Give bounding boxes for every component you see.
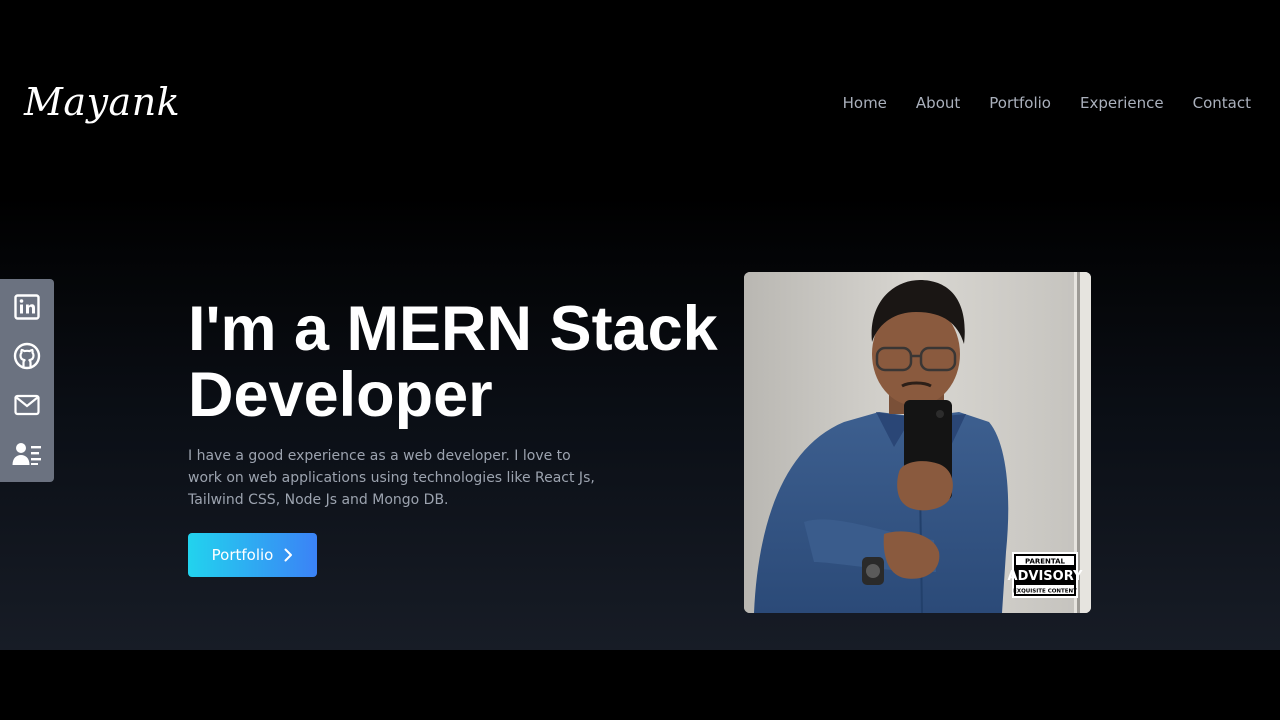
nav-about[interactable]: About [916,94,960,112]
resume-link[interactable] [12,439,42,469]
mail-icon [14,395,40,416]
hero-headline: I'm a MERN Stack Developer [188,296,748,428]
portfolio-button-label: Portfolio [211,546,274,564]
linkedin-link[interactable] [12,292,42,322]
hero-description: I have a good experience as a web develo… [188,448,595,508]
main-nav: Home About Portfolio Experience Contact [843,94,1251,112]
hero-section: Mayank Home About Portfolio Experience C… [0,0,1280,650]
portfolio-button[interactable]: Portfolio [188,533,317,577]
email-link[interactable] [12,390,42,420]
resume-icon [12,443,41,466]
nav-contact[interactable]: Contact [1193,94,1251,112]
nav-home[interactable]: Home [843,94,887,112]
headline-line-2: Developer [188,360,493,430]
linkedin-icon [14,293,40,320]
github-icon [13,342,41,370]
chevron-right-icon [284,548,293,562]
profile-photo-illustration: PARENTAL ADVISORY EXQUISITE CONTENT [744,272,1091,613]
brand-logo[interactable]: Mayank [24,80,180,124]
headline-line-1: I'm a MERN Stack [188,294,718,364]
github-link[interactable] [12,341,42,371]
nav-experience[interactable]: Experience [1080,94,1164,112]
profile-photo: PARENTAL ADVISORY EXQUISITE CONTENT [744,272,1091,613]
badge-line-3: EXQUISITE CONTENT [1013,589,1077,595]
badge-line-2: ADVISORY [1008,569,1083,584]
page-footer-band [0,650,1280,720]
social-links-bar [0,279,54,482]
nav-portfolio[interactable]: Portfolio [989,94,1051,112]
badge-line-1: PARENTAL [1025,558,1066,566]
